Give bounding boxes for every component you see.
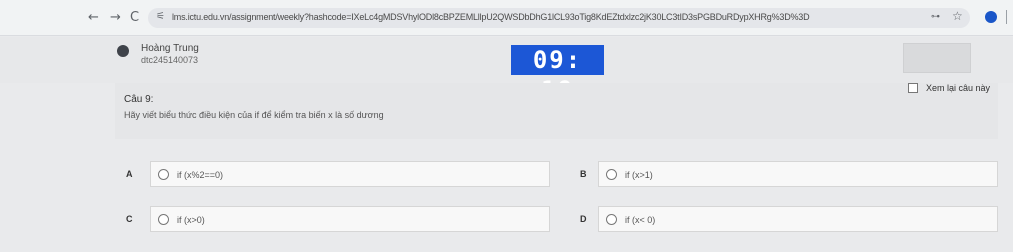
option-b[interactable]: if (x>1): [598, 161, 998, 187]
option-d-text: if (x< 0): [625, 215, 656, 225]
avatar: [117, 45, 129, 57]
option-a-radio[interactable]: [158, 169, 169, 180]
option-c-radio[interactable]: [158, 214, 169, 225]
exam-header: Hoàng Trung dtc245140073 09: 18: [0, 37, 1013, 104]
answer-options: A if (x%2==0) B if (x>1) C if (x>0) D if…: [0, 139, 1013, 252]
review-later-toggle[interactable]: Xem lại câu này: [908, 83, 990, 93]
menu-icon[interactable]: [1006, 10, 1009, 24]
back-icon[interactable]: ←: [88, 11, 99, 25]
option-a[interactable]: if (x%2==0): [150, 161, 550, 187]
option-b-text: if (x>1): [625, 170, 653, 180]
forward-icon[interactable]: →: [110, 11, 121, 25]
url-text[interactable]: lms.ictu.edu.vn/assignment/weekly?hashco…: [172, 12, 812, 22]
bookmark-star-icon[interactable]: ☆: [952, 9, 963, 23]
countdown-timer: 09: 18: [511, 45, 604, 104]
option-d-letter: D: [580, 214, 587, 224]
key-icon[interactable]: ⊶: [931, 11, 940, 22]
user-name: Hoàng Trung: [141, 43, 199, 54]
option-c-letter: C: [126, 214, 133, 224]
option-c-text: if (x>0): [177, 215, 205, 225]
review-checkbox[interactable]: [908, 83, 918, 93]
question-number: Câu 9:: [124, 94, 154, 105]
profile-icon[interactable]: [985, 11, 997, 23]
option-a-letter: A: [126, 169, 133, 179]
question-text: Hãy viết biểu thức điều kiện của if để k…: [124, 110, 384, 120]
option-d-radio[interactable]: [606, 214, 617, 225]
question-nav-box[interactable]: [903, 43, 971, 73]
option-c[interactable]: if (x>0): [150, 206, 550, 232]
browser-toolbar: ← → C ⚟ lms.ictu.edu.vn/assignment/weekl…: [0, 0, 1013, 36]
option-a-text: if (x%2==0): [177, 170, 224, 180]
option-d[interactable]: if (x< 0): [598, 206, 998, 232]
user-code: dtc245140073: [141, 55, 199, 65]
address-bar[interactable]: ⚟ lms.ictu.edu.vn/assignment/weekly?hash…: [148, 8, 970, 28]
option-b-letter: B: [580, 169, 587, 179]
tune-icon[interactable]: ⚟: [156, 11, 165, 22]
review-label: Xem lại câu này: [926, 83, 991, 93]
option-b-radio[interactable]: [606, 169, 617, 180]
question-panel: Câu 9: Hãy viết biểu thức điều kiện của …: [115, 83, 998, 139]
reload-icon[interactable]: C: [130, 11, 139, 25]
